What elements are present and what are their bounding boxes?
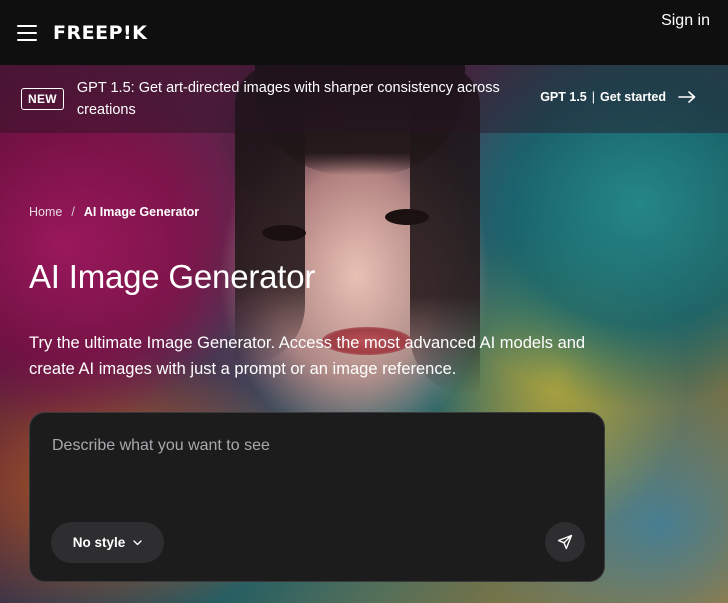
chevron-down-icon (133, 539, 142, 545)
cta-separator: | (591, 90, 595, 104)
sign-in-link[interactable]: Sign in (661, 12, 710, 30)
page-subtitle: Try the ultimate Image Generator. Access… (29, 334, 586, 378)
prompt-box: No style (29, 412, 605, 582)
page-title: AI Image Generator (29, 258, 316, 295)
freepik-logo[interactable]: FREEP!K (53, 22, 147, 44)
announcement-text: GPT 1.5: Get art-directed images with sh… (76, 80, 500, 118)
breadcrumb-separator: / (71, 205, 75, 219)
style-label: No style (72, 535, 126, 550)
style-dropdown-button[interactable]: No style (51, 522, 164, 563)
top-navigation-bar: FREEP!K Sign in (0, 0, 728, 65)
new-badge: NEW (21, 88, 64, 110)
cta-label: Get started (600, 90, 666, 104)
cta-model-label: GPT 1.5 (540, 90, 587, 104)
send-icon (557, 534, 573, 550)
arrow-right-icon (678, 91, 696, 103)
breadcrumb: Home / AI Image Generator (29, 205, 199, 219)
breadcrumb-home-link[interactable]: Home (29, 205, 62, 219)
announcement-banner: NEW GPT 1.5: Get art-directed images wit… (0, 65, 728, 133)
breadcrumb-current: AI Image Generator (83, 205, 200, 219)
prompt-input[interactable] (52, 437, 582, 455)
hamburger-menu-icon[interactable] (17, 24, 37, 41)
send-button[interactable] (545, 522, 585, 562)
get-started-link[interactable]: GPT 1.5 | Get started (540, 90, 696, 104)
